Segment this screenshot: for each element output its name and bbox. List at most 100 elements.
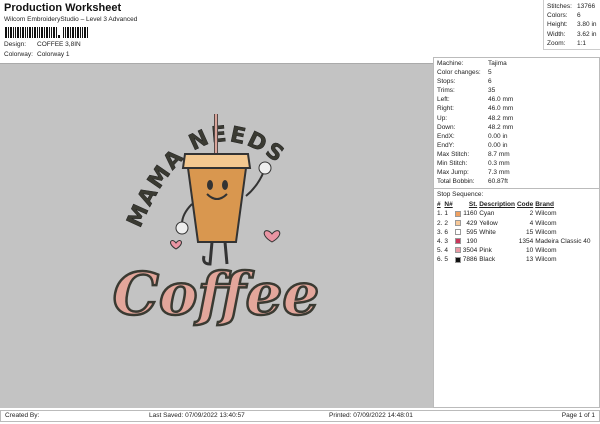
stat-label: Zoom: bbox=[547, 39, 566, 47]
info-label: Up: bbox=[437, 114, 448, 122]
page-number: Page 1 of 1 bbox=[561, 412, 595, 419]
info-row: Right: 46.0 mm bbox=[434, 104, 599, 113]
column-header: St. bbox=[468, 201, 478, 209]
stop-index: 1. bbox=[437, 210, 443, 218]
stitch-count: 190 bbox=[466, 237, 478, 245]
printed-date: Printed: 07/09/2022 14:48:01 bbox=[329, 412, 413, 419]
info-value: 5 bbox=[488, 69, 492, 77]
info-row: Left: 46.0 mm bbox=[434, 95, 599, 104]
info-label: Total Bobbin: bbox=[437, 178, 475, 186]
design-label: Design: bbox=[4, 41, 27, 48]
stat-row: Height: 3.80 in bbox=[547, 20, 600, 29]
color-code: 13 bbox=[525, 256, 534, 264]
info-label: Color changes: bbox=[437, 69, 481, 77]
last-saved: Last Saved: 07/09/2022 13:40:57 bbox=[149, 412, 245, 419]
stat-value: 6 bbox=[577, 12, 581, 20]
thread-brand: Wilcom bbox=[535, 228, 557, 236]
thread-brand: Wilcom bbox=[535, 247, 557, 255]
info-label: EndY: bbox=[437, 141, 455, 149]
colorway-label: Colorway: bbox=[4, 51, 33, 58]
info-row: Stops: 6 bbox=[434, 77, 599, 86]
info-row: Max Jump: 7.3 mm bbox=[434, 168, 599, 177]
needle-number: 5 bbox=[444, 256, 449, 264]
stat-value: 3.62 in bbox=[577, 30, 597, 38]
stitch-count: 3504 bbox=[462, 247, 478, 255]
footer: Created By: Last Saved: 07/09/2022 13:40… bbox=[0, 410, 600, 422]
info-value: 0.00 in bbox=[488, 141, 508, 149]
info-value: 0.3 mm bbox=[488, 160, 510, 168]
design-preview: MAMA NEEDS Coffee bbox=[0, 63, 433, 408]
column-header: Code bbox=[516, 201, 534, 209]
info-row: Color changes: 5 bbox=[434, 68, 599, 77]
needle-number: 2 bbox=[444, 219, 449, 227]
color-description: Yellow bbox=[479, 219, 498, 227]
stat-row: Zoom: 1:1 bbox=[547, 39, 600, 48]
stop-index: 6. bbox=[437, 256, 443, 264]
stat-label: Width: bbox=[547, 30, 566, 38]
column-header: Brand bbox=[535, 201, 554, 209]
color-code: 4 bbox=[529, 219, 534, 227]
thread-brand: Madeira Classic 40 bbox=[535, 237, 591, 245]
stitch-count: 429 bbox=[466, 219, 478, 227]
embroidery-artwork: MAMA NEEDS Coffee bbox=[111, 114, 321, 329]
info-row: Total Bobbin: 60.87ft bbox=[434, 177, 599, 186]
color-code: 15 bbox=[525, 228, 534, 236]
column-header: # bbox=[437, 201, 441, 209]
stop-index: 3. bbox=[437, 228, 443, 236]
thread-brand: Wilcom bbox=[535, 219, 557, 227]
needle-number: 4 bbox=[444, 247, 449, 255]
cup-lid bbox=[181, 153, 252, 169]
info-value: 6 bbox=[488, 78, 492, 86]
color-code: 1354 bbox=[518, 237, 534, 245]
color-description: White bbox=[479, 228, 496, 236]
barcode bbox=[5, 25, 102, 38]
stop-sequence-table: # N# St. Description Code Brand 1. 1 1160 Cyan 2 Wi… bbox=[437, 200, 593, 264]
info-row: Min Stitch: 0.3 mm bbox=[434, 159, 599, 168]
colorway-value: Colorway 1 bbox=[37, 51, 70, 58]
color-swatch bbox=[454, 247, 461, 254]
stop-index: 2. bbox=[437, 219, 443, 227]
software-subtitle: Wilcom EmbroideryStudio – Level 3 Advanc… bbox=[4, 16, 138, 23]
stat-row: Stitches: 13766 bbox=[547, 2, 600, 11]
column-header: Description bbox=[479, 201, 515, 209]
stop-row: 1. 1 1160 Cyan 2 Wilcom bbox=[437, 209, 593, 218]
info-value: 48.2 mm bbox=[488, 114, 514, 122]
stat-label: Colors: bbox=[547, 12, 568, 20]
info-panel: Machine: Tajima Color changes: 5 Stops: 6 Trim… bbox=[433, 57, 600, 408]
artwork-bottom-text: Coffee bbox=[113, 260, 320, 328]
color-swatch bbox=[454, 210, 461, 217]
stop-index: 5. bbox=[437, 247, 443, 255]
info-row: EndX: 0.00 in bbox=[434, 132, 599, 141]
stat-label: Height: bbox=[547, 21, 568, 29]
stat-value: 1:1 bbox=[577, 39, 587, 47]
color-swatch bbox=[454, 229, 461, 236]
page-title: Production Worksheet bbox=[4, 2, 122, 14]
cup bbox=[186, 167, 248, 243]
info-value: 46.0 mm bbox=[488, 96, 514, 104]
info-value: Tajima bbox=[488, 60, 507, 67]
stat-row: Colors: 6 bbox=[547, 11, 600, 20]
info-row: EndY: 0.00 in bbox=[434, 141, 599, 150]
color-description: Black bbox=[479, 256, 496, 264]
needle-number: 1 bbox=[444, 210, 449, 218]
needle-number: 3 bbox=[444, 237, 449, 245]
stop-index: 4. bbox=[437, 237, 443, 245]
stop-row: 4. 3 190 1354 Madeira Classic 40 bbox=[437, 237, 593, 246]
info-value: 46.0 mm bbox=[488, 105, 514, 113]
info-row: Machine: Tajima bbox=[434, 59, 599, 68]
info-value: 8.7 mm bbox=[488, 150, 510, 158]
color-description: Pink bbox=[479, 247, 492, 255]
color-swatch bbox=[454, 256, 461, 263]
info-value: 48.2 mm bbox=[488, 123, 514, 131]
stat-value: 3.80 in bbox=[577, 21, 597, 29]
stop-row: 5. 4 3504 Pink 10 Wilcom bbox=[437, 246, 593, 255]
info-label: Left: bbox=[437, 96, 450, 104]
info-value: 35 bbox=[488, 87, 496, 95]
info-label: Max Jump: bbox=[437, 169, 469, 177]
design-row: Design: COFFEE 3,8IN bbox=[4, 41, 81, 48]
stop-row: 2. 2 429 Yellow 4 Wilcom bbox=[437, 219, 593, 228]
info-row: Max Stitch: 8.7 mm bbox=[434, 150, 599, 159]
info-label: Trims: bbox=[437, 87, 455, 95]
info-value: 7.3 mm bbox=[488, 169, 510, 177]
info-row: Down: 48.2 mm bbox=[434, 123, 599, 132]
